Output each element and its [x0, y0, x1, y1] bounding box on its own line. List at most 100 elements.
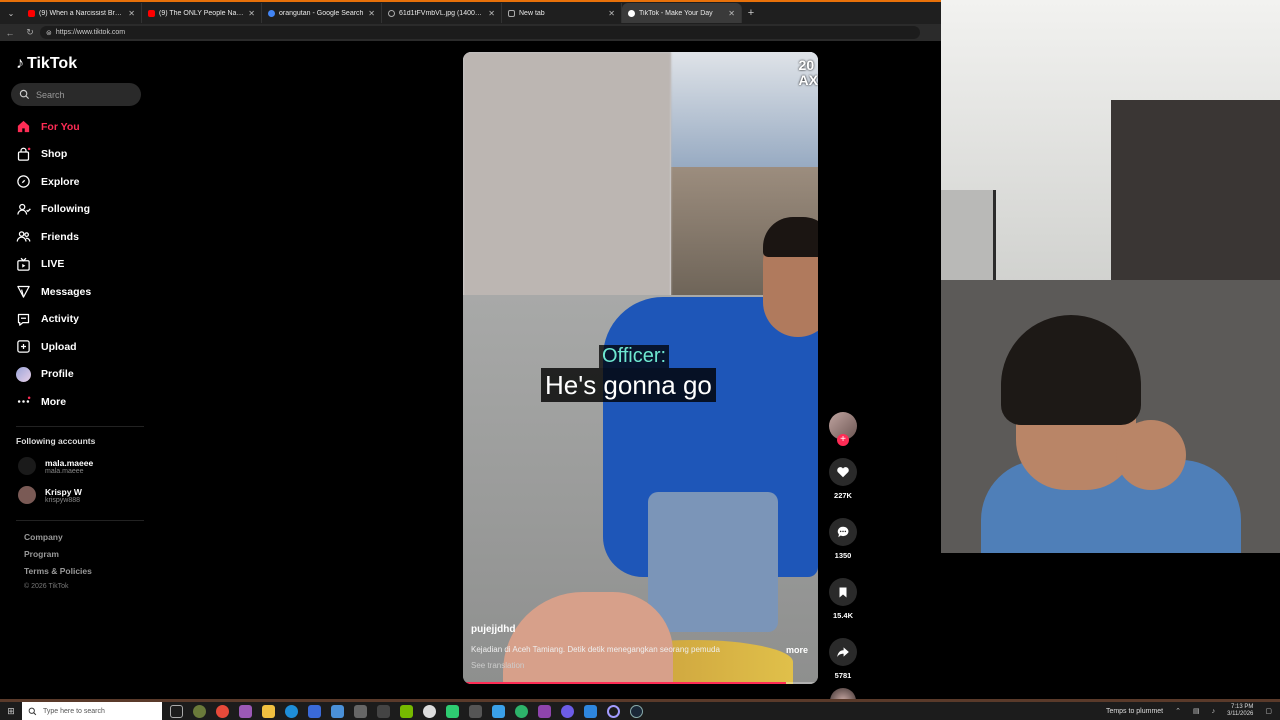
- app-icon[interactable]: [561, 704, 574, 718]
- close-icon[interactable]: ✕: [248, 9, 255, 18]
- webcam-overlay: [941, 0, 1280, 553]
- nvidia-icon[interactable]: [400, 704, 413, 718]
- screen: ⌄ (9) When a Narcissist Breaks the S ✕ (…: [0, 0, 1280, 720]
- network-icon[interactable]: ▤: [1193, 707, 1200, 715]
- sidebar-item-upload[interactable]: Upload: [15, 333, 155, 361]
- bookmark-icon: [839, 587, 847, 597]
- like-button[interactable]: [829, 458, 857, 486]
- sidebar-item-label: Following: [41, 203, 90, 216]
- app-icon[interactable]: [446, 704, 459, 718]
- search-input[interactable]: Search: [11, 83, 141, 106]
- app-icon[interactable]: [239, 704, 252, 718]
- sidebar-item-explore[interactable]: Explore: [15, 168, 155, 196]
- more-button[interactable]: more: [786, 645, 808, 655]
- back-arrow-icon[interactable]: ←: [0, 28, 20, 38]
- tray-chevron-icon[interactable]: ⌃: [1175, 707, 1181, 715]
- sidebar-item-shop[interactable]: Shop: [15, 141, 155, 169]
- account-handle: mala.maeee: [45, 467, 84, 475]
- github-icon[interactable]: [423, 704, 436, 718]
- new-tab-button[interactable]: +: [742, 7, 760, 19]
- following-account[interactable]: mala.maeee mala.maeee: [18, 457, 93, 475]
- activity-icon: [15, 311, 31, 327]
- sidebar-item-following[interactable]: Following: [15, 196, 155, 224]
- profile-avatar-icon: [15, 366, 31, 382]
- browser-icon[interactable]: [216, 704, 229, 718]
- following-accounts-title: Following accounts: [16, 436, 96, 446]
- sidebar-item-label: More: [41, 395, 67, 408]
- tab-label: 61d1tFVmbVL.jpg (1400×1404): [399, 9, 484, 17]
- app-icon[interactable]: [377, 704, 390, 718]
- sidebar-item-for-you[interactable]: For You: [15, 113, 155, 141]
- app-icon[interactable]: [607, 704, 620, 718]
- sidebar-item-live[interactable]: LIVE: [15, 251, 155, 279]
- sidebar-item-messages[interactable]: Messages: [15, 278, 155, 306]
- close-icon[interactable]: ✕: [728, 9, 735, 18]
- sidebar-item-profile[interactable]: Profile: [15, 361, 155, 389]
- video-player[interactable]: 20 AX Officer: He's gonna go pujejjdhd K…: [463, 52, 818, 684]
- taskbar-search-input[interactable]: Type here to search: [22, 702, 162, 720]
- share-button[interactable]: [829, 638, 857, 666]
- tiktok-logo[interactable]: ♪ TikTok: [16, 55, 77, 73]
- footer-link-company[interactable]: Company: [24, 532, 92, 549]
- site-info-icon[interactable]: ⊜: [46, 29, 52, 37]
- save-button[interactable]: [829, 578, 857, 606]
- clock[interactable]: 7:13 PM 3/11/2026: [1227, 704, 1253, 718]
- reload-icon[interactable]: ↻: [20, 27, 40, 38]
- creator-avatar[interactable]: +: [829, 412, 857, 446]
- tab-3[interactable]: 61d1tFVmbVL.jpg (1400×1404) ✕: [382, 3, 502, 23]
- see-translation-link[interactable]: See translation: [471, 661, 524, 670]
- tab-1[interactable]: (9) The ONLY People Narcissists St ✕: [142, 3, 262, 23]
- tab-2[interactable]: orangutan - Google Search ✕: [262, 3, 382, 23]
- windows-start-icon[interactable]: ⊞: [0, 706, 22, 717]
- account-name: mala.maeee: [45, 457, 94, 468]
- tiktok-note-icon: ♪: [16, 55, 24, 72]
- globe-icon: [388, 9, 395, 17]
- tab-search-icon[interactable]: ⌄: [0, 9, 22, 18]
- tab-5[interactable]: TikTok - Make Your Day ✕: [622, 3, 742, 23]
- close-icon[interactable]: ✕: [488, 9, 495, 18]
- close-icon[interactable]: ✕: [368, 9, 375, 18]
- tab-label: (9) When a Narcissist Breaks the S: [39, 9, 124, 17]
- youtube-icon: [28, 9, 35, 17]
- sidebar-item-label: Messages: [41, 285, 92, 298]
- video-username[interactable]: pujejjdhd: [471, 624, 515, 635]
- url-input[interactable]: ⊜ https://www.tiktok.com: [40, 26, 920, 39]
- app-icon[interactable]: [538, 704, 551, 718]
- sidebar-item-activity[interactable]: Activity: [15, 306, 155, 334]
- weather-text[interactable]: Temps to plummet: [1106, 708, 1163, 715]
- video-progress-bar[interactable]: [463, 682, 818, 684]
- close-icon[interactable]: ✕: [128, 9, 135, 18]
- send-icon: [15, 284, 31, 300]
- volume-icon[interactable]: ♪: [1212, 708, 1216, 715]
- sidebar-item-friends[interactable]: Friends: [15, 223, 155, 251]
- tab-0[interactable]: (9) When a Narcissist Breaks the S ✕: [22, 3, 142, 23]
- clock-date: 3/11/2026: [1227, 711, 1254, 717]
- edge-icon[interactable]: [285, 704, 298, 718]
- app-icon[interactable]: [308, 704, 321, 718]
- watermark-line: AX: [798, 72, 818, 88]
- app-icon[interactable]: [492, 704, 505, 718]
- app-icon[interactable]: [469, 704, 482, 718]
- sidebar-item-more[interactable]: More: [15, 388, 155, 416]
- footer-link-terms[interactable]: Terms & Policies: [24, 566, 92, 583]
- following-account[interactable]: Krispy W krispyw888: [18, 486, 82, 504]
- app-icon[interactable]: [584, 704, 597, 718]
- app-icon[interactable]: [354, 704, 367, 718]
- task-view-icon[interactable]: [170, 704, 183, 718]
- app-icon[interactable]: [331, 704, 344, 718]
- app-icon[interactable]: [193, 704, 206, 718]
- follow-plus-icon[interactable]: +: [837, 434, 849, 446]
- steam-icon[interactable]: [630, 704, 643, 718]
- footer-link-program[interactable]: Program: [24, 549, 92, 566]
- footer-links: Company Program Terms & Policies © 2026 …: [24, 532, 92, 600]
- folder-icon[interactable]: [262, 704, 275, 718]
- clock-time: 7:13 PM: [1231, 704, 1254, 710]
- notification-icon[interactable]: ▢: [1265, 707, 1272, 715]
- chrome-icon[interactable]: [515, 704, 528, 718]
- close-icon[interactable]: ✕: [608, 9, 615, 18]
- cam-shelf: [1111, 100, 1280, 300]
- watermark-line: 20: [798, 57, 815, 73]
- comment-button[interactable]: [829, 518, 857, 546]
- tab-4[interactable]: New tab ✕: [502, 3, 622, 23]
- copyright: © 2026 TikTok: [24, 583, 69, 590]
